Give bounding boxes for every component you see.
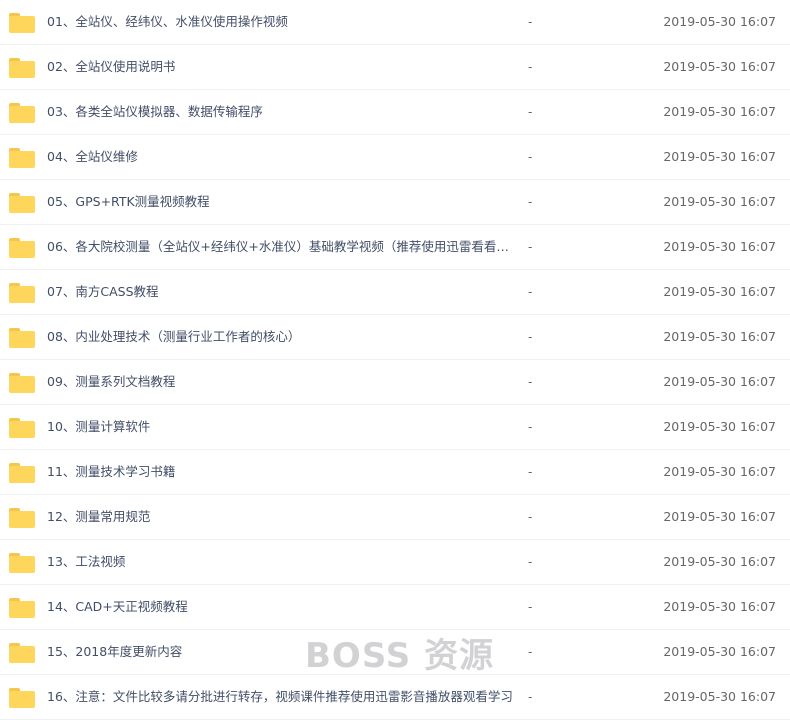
file-row[interactable]: 01、全站仪、经纬仪、水准仪使用操作视频 - 2019-05-30 16:07 [0,0,790,45]
file-row[interactable]: 16、注意：文件比较多请分批进行转存，视频课件推荐使用迅雷影音播放器观看学习 - 2… [0,675,790,720]
modified-date: 2019-05-30 16:07 [663,59,776,74]
file-name[interactable]: 03、各类全站仪模拟器、数据传输程序 [47,90,263,134]
file-name[interactable]: 15、2018年度更新内容 [47,630,182,674]
modified-date: 2019-05-30 16:07 [663,14,776,29]
modified-date: 2019-05-30 16:07 [663,419,776,434]
folder-icon[interactable] [9,643,35,663]
file-name[interactable]: 13、工法视频 [47,540,125,584]
file-row[interactable]: 14、CAD+天正视频教程 - 2019-05-30 16:07 [0,585,790,630]
file-row[interactable]: 02、全站仪使用说明书 - 2019-05-30 16:07 [0,45,790,90]
modified-date: 2019-05-30 16:07 [663,374,776,389]
modified-date: 2019-05-30 16:07 [663,329,776,344]
file-name[interactable]: 04、全站仪维修 [47,135,138,179]
modified-date: 2019-05-30 16:07 [663,689,776,704]
file-size: - [528,600,533,614]
folder-icon[interactable] [9,193,35,213]
modified-date: 2019-05-30 16:07 [663,644,776,659]
folder-icon[interactable] [9,13,35,33]
folder-icon[interactable] [9,463,35,483]
file-name[interactable]: 11、测量技术学习书籍 [47,450,175,494]
file-name[interactable]: 05、GPS+RTK测量视频教程 [47,180,210,224]
modified-date: 2019-05-30 16:07 [663,284,776,299]
file-name[interactable]: 14、CAD+天正视频教程 [47,585,188,629]
file-name[interactable]: 12、测量常用规范 [47,495,150,539]
file-size: - [528,510,533,524]
file-size: - [528,105,533,119]
file-name[interactable]: 02、全站仪使用说明书 [47,45,175,89]
folder-icon[interactable] [9,508,35,528]
file-row[interactable]: 06、各大院校测量（全站仪+经纬仪+水准仪）基础教学视频（推荐使用迅雷看看播放.… [0,225,790,270]
file-size: - [528,15,533,29]
file-size: - [528,690,533,704]
file-size: - [528,465,533,479]
modified-date: 2019-05-30 16:07 [663,149,776,164]
modified-date: 2019-05-30 16:07 [663,104,776,119]
file-row[interactable]: 05、GPS+RTK测量视频教程 - 2019-05-30 16:07 [0,180,790,225]
file-row[interactable]: 08、内业处理技术（测量行业工作者的核心） - 2019-05-30 16:07 [0,315,790,360]
file-size: - [528,150,533,164]
file-name[interactable]: 10、测量计算软件 [47,405,150,449]
file-row[interactable]: 10、测量计算软件 - 2019-05-30 16:07 [0,405,790,450]
folder-icon[interactable] [9,283,35,303]
file-size: - [528,420,533,434]
file-name[interactable]: 16、注意：文件比较多请分批进行转存，视频课件推荐使用迅雷影音播放器观看学习 [47,675,513,719]
modified-date: 2019-05-30 16:07 [663,239,776,254]
file-name[interactable]: 07、南方CASS教程 [47,270,159,314]
file-row[interactable]: 13、工法视频 - 2019-05-30 16:07 [0,540,790,585]
modified-date: 2019-05-30 16:07 [663,464,776,479]
folder-icon[interactable] [9,58,35,78]
folder-icon[interactable] [9,328,35,348]
file-size: - [528,330,533,344]
folder-icon[interactable] [9,553,35,573]
file-row[interactable]: 09、测量系列文档教程 - 2019-05-30 16:07 [0,360,790,405]
file-list: 01、全站仪、经纬仪、水准仪使用操作视频 -2019-05-30 16:07 02、… [0,0,790,720]
file-name[interactable]: 01、全站仪、经纬仪、水准仪使用操作视频 [47,0,288,44]
file-row[interactable]: 11、测量技术学习书籍 - 2019-05-30 16:07 [0,450,790,495]
folder-icon[interactable] [9,418,35,438]
file-size: - [528,285,533,299]
file-size: - [528,60,533,74]
modified-date: 2019-05-30 16:07 [663,509,776,524]
file-size: - [528,645,533,659]
file-row[interactable]: 15、2018年度更新内容 - 2019-05-30 16:07 [0,630,790,675]
file-size: - [528,195,533,209]
file-row[interactable]: 04、全站仪维修 - 2019-05-30 16:07 [0,135,790,180]
folder-icon[interactable] [9,103,35,123]
file-row[interactable]: 12、测量常用规范 - 2019-05-30 16:07 [0,495,790,540]
file-row[interactable]: 03、各类全站仪模拟器、数据传输程序 - 2019-05-30 16:07 [0,90,790,135]
file-row[interactable]: 07、南方CASS教程 - 2019-05-30 16:07 [0,270,790,315]
modified-date: 2019-05-30 16:07 [663,194,776,209]
folder-icon[interactable] [9,238,35,258]
folder-icon[interactable] [9,598,35,618]
file-size: - [528,375,533,389]
file-name[interactable]: 08、内业处理技术（测量行业工作者的核心） [47,315,300,359]
folder-icon[interactable] [9,688,35,708]
modified-date: 2019-05-30 16:07 [663,554,776,569]
folder-icon[interactable] [9,148,35,168]
file-size: - [528,555,533,569]
file-size: - [528,240,533,254]
file-name[interactable]: 09、测量系列文档教程 [47,360,175,404]
folder-icon[interactable] [9,373,35,393]
modified-date: 2019-05-30 16:07 [663,599,776,614]
file-name[interactable]: 06、各大院校测量（全站仪+经纬仪+水准仪）基础教学视频（推荐使用迅雷看看播放.… [47,225,517,269]
